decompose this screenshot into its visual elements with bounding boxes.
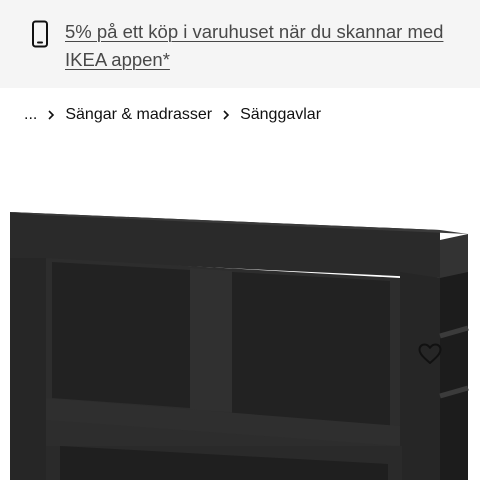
breadcrumb-item-beds-mattresses[interactable]: Sängar & madrasser [65,106,212,124]
promo-link[interactable]: 5% på ett köp i varuhuset när du skannar… [65,18,465,74]
breadcrumb-ellipsis[interactable]: ... [24,106,37,124]
headboard-image [10,212,469,480]
breadcrumb: ... Sängar & madrasser Sänggavlar [24,104,321,126]
promo-banner[interactable]: 5% på ett köp i varuhuset när du skannar… [0,0,480,88]
chevron-right-icon [41,106,61,124]
phone-icon [28,20,52,48]
heart-icon [418,343,442,370]
breadcrumb-item-headboards[interactable]: Sänggavlar [240,106,321,124]
chevron-right-icon [216,106,236,124]
favorite-button[interactable] [414,341,446,371]
product-image[interactable] [0,150,480,480]
